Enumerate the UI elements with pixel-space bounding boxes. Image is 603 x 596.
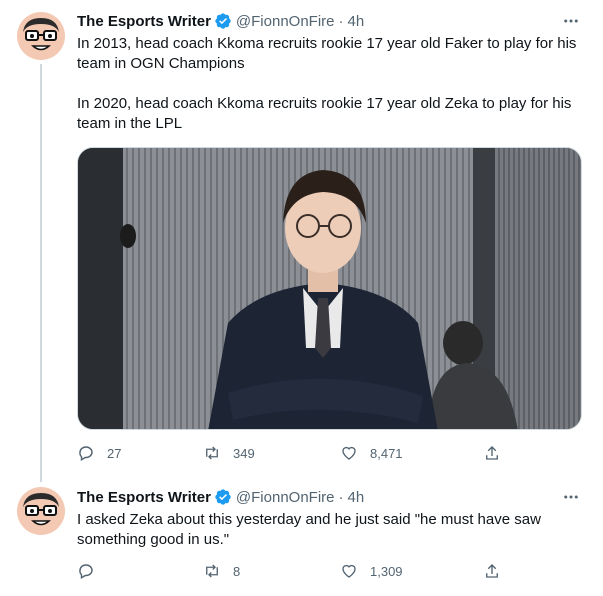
reply-icon xyxy=(79,446,93,462)
author-avatar[interactable] xyxy=(17,487,65,535)
reply-icon xyxy=(79,564,93,580)
retweet-icon xyxy=(206,564,218,578)
retweet-icon xyxy=(206,446,218,460)
heart-icon xyxy=(342,564,356,578)
like-button[interactable]: 1,309 xyxy=(340,561,403,581)
tweet-header: The Esports Writer @FionnOnFire · 4h xyxy=(77,487,364,507)
tweet-2[interactable]: The Esports Writer @FionnOnFire · 4h I a… xyxy=(0,480,603,596)
share-icon xyxy=(486,564,498,578)
separator-dot: · xyxy=(338,12,344,30)
like-count: 8,471 xyxy=(370,445,403,461)
tweet-paragraph: In 2020, head coach Kkoma recruits rooki… xyxy=(77,95,572,132)
retweet-count: 349 xyxy=(233,445,255,461)
tweet-text: I asked Zeka about this yesterday and he… xyxy=(77,510,582,550)
like-count: 1,309 xyxy=(370,563,403,579)
reply-button[interactable]: 27 xyxy=(77,443,121,463)
tweet-timestamp[interactable]: 4h xyxy=(348,13,365,30)
tweet-header: The Esports Writer @FionnOnFire · 4h xyxy=(77,11,364,31)
retweet-button[interactable]: 349 xyxy=(203,443,255,463)
author-handle[interactable]: @FionnOnFire xyxy=(236,13,335,30)
author-avatar[interactable] xyxy=(17,12,65,60)
more-options-icon[interactable] xyxy=(559,11,583,31)
tweet-text: In 2013, head coach Kkoma recruits rooki… xyxy=(77,34,582,134)
tweet-photo[interactable] xyxy=(77,147,582,430)
share-icon xyxy=(486,446,498,460)
author-name[interactable]: The Esports Writer xyxy=(77,13,211,30)
reply-count: 27 xyxy=(107,445,122,461)
author-handle[interactable]: @FionnOnFire xyxy=(236,489,335,506)
heart-icon xyxy=(342,446,356,460)
author-name[interactable]: The Esports Writer xyxy=(77,489,211,506)
verified-badge-icon xyxy=(214,488,232,506)
tweet-actions: 8 1,309 xyxy=(77,561,582,581)
like-button[interactable]: 8,471 xyxy=(340,443,403,463)
retweet-button[interactable]: 8 xyxy=(203,561,240,581)
tweet-paragraph: In 2013, head coach Kkoma recruits rooki… xyxy=(77,35,577,72)
reply-button[interactable] xyxy=(77,561,107,581)
more-options-icon[interactable] xyxy=(559,487,583,507)
retweet-count: 8 xyxy=(233,563,241,579)
tweet-actions: 27 349 8,471 xyxy=(77,443,582,463)
share-button[interactable] xyxy=(483,443,501,463)
tweet-timestamp[interactable]: 4h xyxy=(348,489,365,506)
verified-badge-icon xyxy=(214,12,232,30)
share-button[interactable] xyxy=(483,561,501,581)
separator-dot: · xyxy=(338,488,344,506)
tweet-paragraph: I asked Zeka about this yesterday and he… xyxy=(77,511,541,548)
tweet-1[interactable]: The Esports Writer @FionnOnFire · 4h In … xyxy=(0,0,603,480)
